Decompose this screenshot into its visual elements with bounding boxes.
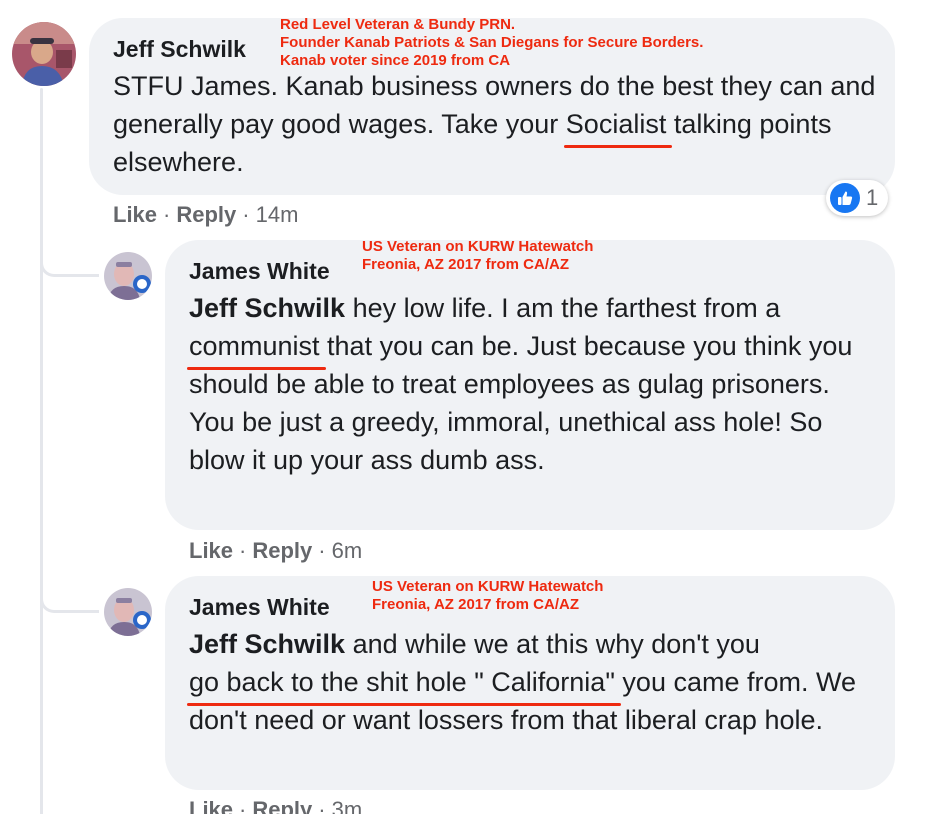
highlighted-word: communist <box>187 327 326 370</box>
comment-timestamp[interactable]: 14m <box>256 202 299 227</box>
annotation-line: US Veteran on KURW Hatewatch <box>372 578 604 595</box>
separator: · <box>163 202 171 227</box>
separator: · <box>242 202 250 227</box>
avatar[interactable] <box>104 588 152 636</box>
avatar[interactable] <box>104 252 152 300</box>
comment-timestamp[interactable]: 6m <box>332 538 363 563</box>
reply-connector <box>40 578 99 613</box>
comment-timestamp[interactable]: 3m <box>332 797 363 814</box>
comment-author[interactable]: James White <box>189 594 330 621</box>
reply-button[interactable]: Reply <box>252 538 312 563</box>
separator: · <box>239 538 247 563</box>
comment-text: Jeff Schwilk and while we at this why do… <box>187 625 879 739</box>
highlighted-word: Socialist <box>563 105 672 148</box>
annotation-line: Freonia, AZ 2017 from CA/AZ <box>362 256 569 273</box>
thread-line <box>40 88 43 814</box>
like-button[interactable]: Like <box>189 797 233 814</box>
comment-text: STFU James. Kanab business owners do the… <box>113 67 883 181</box>
annotation-line: Founder Kanab Patriots & San Diegans for… <box>280 34 704 51</box>
mentioned-user-link[interactable]: Jeff Schwilk <box>189 629 345 659</box>
reaction-count-badge[interactable]: 1 <box>826 180 889 216</box>
like-button[interactable]: Like <box>113 202 157 227</box>
comment-actions: Like · Reply · 14m <box>113 202 298 228</box>
reply-connector <box>40 242 99 277</box>
thumbs-up-icon <box>830 183 860 213</box>
mentioned-user-link[interactable]: Jeff Schwilk <box>189 293 345 323</box>
separator: · <box>318 797 326 814</box>
author-annotation: Red Level Veteran & Bundy PRN. Founder K… <box>280 16 703 70</box>
reply-button[interactable]: Reply <box>252 797 312 814</box>
annotation-line: Red Level Veteran & Bundy PRN. <box>280 16 516 33</box>
comment-thread: Jeff Schwilk Red Level Veteran & Bundy P… <box>0 0 932 814</box>
annotation-line: US Veteran on KURW Hatewatch <box>362 238 594 255</box>
comment-actions: Like · Reply · 3m <box>189 797 362 814</box>
author-annotation: US Veteran on KURW Hatewatch Freonia, AZ… <box>362 238 593 274</box>
profile-photo <box>104 252 152 300</box>
separator: · <box>318 538 326 563</box>
reaction-count: 1 <box>866 185 879 210</box>
like-button[interactable]: Like <box>189 538 233 563</box>
comment-text-part: and while we at this why don't you <box>345 629 760 659</box>
annotation-line: Freonia, AZ 2017 from CA/AZ <box>372 596 579 613</box>
author-annotation: US Veteran on KURW Hatewatch Freonia, AZ… <box>372 578 603 614</box>
reply-button[interactable]: Reply <box>176 202 236 227</box>
profile-photo <box>104 588 152 636</box>
comment-author[interactable]: James White <box>189 258 330 285</box>
comment-actions: Like · Reply · 6m <box>189 538 362 564</box>
highlighted-word: go back to the shit hole " California" <box>187 663 621 706</box>
avatar[interactable] <box>12 22 76 86</box>
comment-text-part: hey low life. I am the farthest from a <box>345 293 781 323</box>
comment-text: Jeff Schwilk hey low life. I am the fart… <box>187 289 879 479</box>
profile-photo <box>12 22 76 86</box>
separator: · <box>239 797 247 814</box>
comment-author[interactable]: Jeff Schwilk <box>113 36 246 63</box>
